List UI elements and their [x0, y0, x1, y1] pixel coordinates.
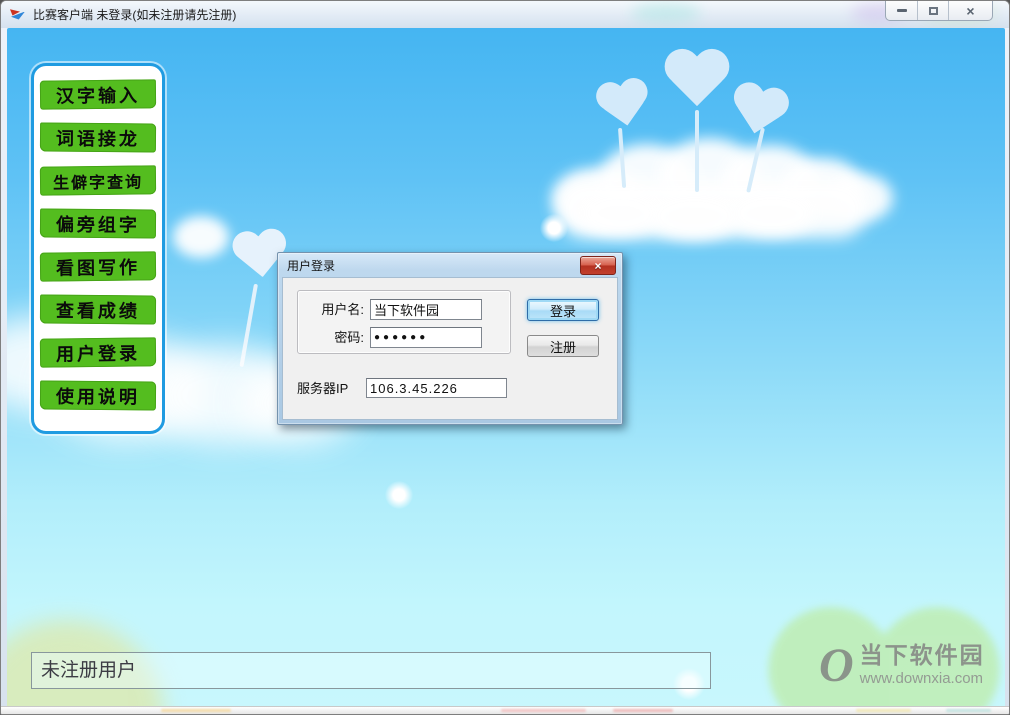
status-box: 未注册用户: [31, 652, 711, 689]
sidebar-item-picture-writing[interactable]: 看图写作: [40, 251, 156, 281]
password-input[interactable]: [370, 327, 482, 348]
dialog-close-button[interactable]: ×: [580, 256, 616, 275]
frame-smudge: [613, 709, 673, 712]
cloud: [649, 192, 739, 240]
watermark-url: www.downxia.com: [860, 670, 985, 688]
main-content-area: 汉字输入 词语接龙 生僻字查询 偏旁组字 看图写作 查看成绩 用户登录 使用说明…: [7, 28, 1005, 709]
sidebar-item-word-chain[interactable]: 词语接龙: [40, 122, 156, 152]
username-input[interactable]: [370, 299, 482, 320]
frame-smudge: [946, 709, 991, 712]
frame-smudge: [856, 709, 911, 712]
password-label: 密码:: [298, 327, 364, 348]
window-controls: ×: [885, 1, 993, 21]
login-dialog-title: 用户登录: [287, 257, 335, 274]
minimize-button[interactable]: [886, 1, 917, 20]
cloud: [729, 190, 815, 236]
frame-smudge: [161, 709, 231, 712]
username-label: 用户名:: [298, 299, 364, 320]
sidebar-item-user-login[interactable]: 用户登录: [40, 337, 156, 367]
watermark: O 当下软件园 www.downxia.com: [819, 640, 985, 692]
sidebar-item-rare-char-lookup[interactable]: 生僻字查询: [40, 165, 156, 195]
frame-smudge: [501, 709, 586, 712]
sidebar-menu: 汉字输入 词语接龙 生僻字查询 偏旁组字 看图写作 查看成绩 用户登录 使用说明: [31, 63, 165, 434]
minimize-icon: [897, 9, 907, 12]
window-titlebar[interactable]: 比赛客户端 未登录(如未注册请先注册) ×: [1, 1, 1009, 28]
sidebar-item-instructions[interactable]: 使用说明: [40, 380, 156, 410]
cloud: [557, 180, 867, 238]
server-ip-label: 服务器IP: [297, 378, 363, 399]
close-icon: ×: [966, 4, 974, 18]
balloon-stem: [746, 128, 765, 193]
window-title: 比赛客户端 未登录(如未注册请先注册): [33, 6, 236, 23]
cloud: [659, 138, 759, 214]
dialog-close-icon: ×: [594, 260, 601, 272]
sidebar-item-hanzi-input[interactable]: 汉字输入: [40, 79, 156, 109]
cloud: [723, 145, 818, 215]
sidebar-item-view-scores[interactable]: 查看成绩: [40, 294, 156, 324]
watermark-logo: O: [819, 640, 854, 692]
balloon-stem: [239, 284, 258, 367]
balloon-stem: [695, 110, 699, 192]
cloud: [829, 174, 893, 222]
login-button[interactable]: 登录: [527, 299, 599, 321]
credentials-groupbox: 用户名: 密码:: [297, 290, 511, 354]
app-icon: [10, 8, 26, 22]
maximize-icon: [929, 7, 938, 15]
sidebar-item-radical-compose[interactable]: 偏旁组字: [40, 208, 156, 238]
maximize-button[interactable]: [917, 1, 948, 20]
titlebar-glass-tint: [631, 3, 701, 23]
sparkle: [540, 214, 568, 242]
cloud: [599, 144, 694, 216]
server-ip-input[interactable]: [366, 378, 507, 398]
close-button[interactable]: ×: [948, 1, 992, 20]
cloud: [783, 158, 863, 218]
balloon-stem: [618, 128, 626, 188]
register-button[interactable]: 注册: [527, 335, 599, 357]
login-dialog-body: 用户名: 密码: 服务器IP 登录 注册: [282, 277, 618, 420]
login-dialog: 用户登录 × 用户名: 密码: 服务器IP 登录 注册: [277, 252, 623, 425]
app-window: 比赛客户端 未登录(如未注册请先注册) ×: [0, 0, 1010, 715]
cloud: [552, 168, 642, 228]
sparkle: [385, 481, 413, 509]
window-bottom-frame: [1, 706, 1009, 714]
cloud: [173, 216, 229, 258]
cloud: [579, 190, 661, 236]
login-dialog-titlebar[interactable]: 用户登录: [278, 253, 622, 277]
watermark-name: 当下软件园: [860, 640, 985, 670]
